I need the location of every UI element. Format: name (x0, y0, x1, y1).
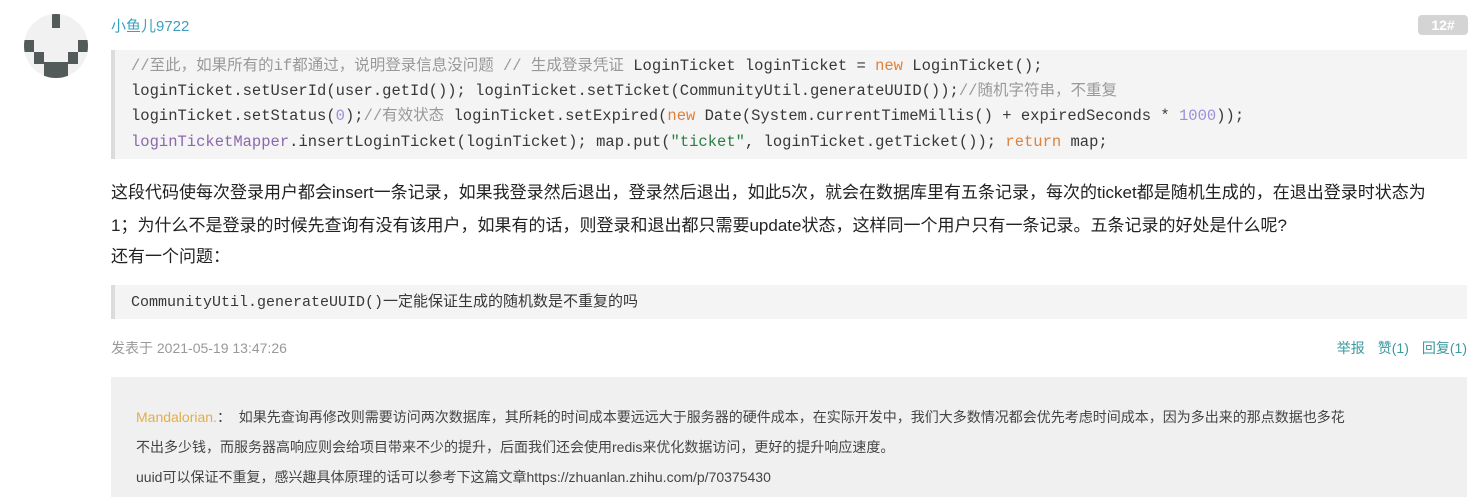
avatar-pixel (52, 14, 60, 28)
code-keyword: new (875, 57, 903, 75)
floor-badge: 12# (1418, 15, 1468, 35)
code-comment: //随机字符串，不重复 (958, 82, 1117, 101)
avatar-pixel (68, 52, 78, 64)
code-variable: loginTicketMapper (131, 132, 290, 151)
code-line: loginTicket.setStatus(0);//有效状态 loginTic… (131, 104, 1467, 129)
reply-link[interactable]: 回复(1) (1422, 340, 1467, 356)
code-block: //至此，如果所有的if都通过，说明登录信息没问题 // 生成登录凭证 Logi… (111, 50, 1467, 159)
code-text: loginTicket.setExpired( (453, 107, 668, 126)
code-question-text: 一定能保证生成的随机数是不重复的吗 (383, 293, 639, 310)
comment-username[interactable]: 小鱼儿9722 (111, 15, 189, 36)
reply-text: 如果先查询再修改则需要访问两次数据库，其所耗的时间成本要远远大于服务器的硬件成本… (238, 409, 1345, 425)
comment-paragraph-line: 1；为什么不是登录的时候先查询有没有该用户，如果有的话，则登录和退出都只需要up… (111, 216, 1287, 235)
code-text: ); (344, 107, 364, 126)
code-keyword: return (1005, 132, 1062, 151)
code-text: map; (1061, 132, 1108, 151)
reply-line: Mandalorian.： 如果先查询再修改则需要访问两次数据库，其所耗的时间成… (136, 402, 1467, 432)
reply-line: 不出多少钱，而服务器高响应则会给项目带来不少的提升，后面我们还会使用redis来… (136, 439, 895, 455)
comment-paragraph-line: 还有一个问题： (111, 247, 230, 266)
report-link[interactable]: 举报 (1337, 340, 1365, 356)
avatar-pixel (24, 40, 34, 52)
avatar-pixel (34, 52, 44, 64)
code-text: loginTicket.setStatus( (131, 107, 336, 126)
code-text: .insertLoginTicket(loginTicket); map.put… (289, 132, 671, 151)
code-line: loginTicketMapper.insertLoginTicket(logi… (131, 130, 1467, 155)
code-string: "ticket" (670, 132, 745, 151)
code-text: )); (1216, 107, 1245, 126)
inline-code-block: CommunityUtil.generateUUID()一定能保证生成的随机数是… (111, 285, 1467, 319)
code-comment: //至此，如果所有的if都通过，说明登录信息没问题 // 生成登录凭证 (131, 57, 634, 75)
code-keyword: new (667, 107, 696, 126)
reply-author[interactable]: Mandalorian. (136, 409, 217, 425)
code-text: CommunityUtil.generateUUID() (131, 294, 384, 311)
like-link[interactable]: 赞(1) (1378, 340, 1409, 356)
code-text: LoginTicket(); (902, 57, 1043, 75)
code-text: , loginTicket.getTicket()); (744, 132, 1006, 151)
reply-line: uuid可以保证不重复，感兴趣具体原理的话可以参考下这篇文章https://zh… (136, 469, 771, 485)
user-avatar[interactable] (24, 14, 88, 78)
code-text: Date(System.currentTimeMillis() + expire… (695, 107, 1179, 126)
post-timestamp: 发表于 2021-05-19 13:47:26 (111, 340, 287, 356)
code-line: loginTicket.setUserId(user.getId()); log… (131, 79, 1467, 104)
code-number: 0 (335, 107, 345, 126)
comment-actions: 举报 赞(1) 回复(1) (1324, 338, 1467, 358)
code-line: //至此，如果所有的if都通过，说明登录信息没问题 // 生成登录凭证 Logi… (131, 54, 1467, 79)
code-comment: //有效状态 (363, 107, 454, 126)
code-text: LoginTicket loginTicket = (633, 57, 876, 75)
code-text: loginTicket.setUserId(user.getId()); log… (131, 82, 959, 101)
avatar-pixel (44, 62, 68, 78)
reply-separator: ： (216, 409, 231, 425)
avatar-pixel (78, 40, 88, 52)
reply-box: Mandalorian.： 如果先查询再修改则需要访问两次数据库，其所耗的时间成… (111, 377, 1467, 497)
comment-paragraph-line: 这段代码使每次登录用户都会insert一条记录，如果我登录然后退出，登录然后退出… (111, 183, 1426, 202)
code-number: 1000 (1179, 107, 1217, 126)
